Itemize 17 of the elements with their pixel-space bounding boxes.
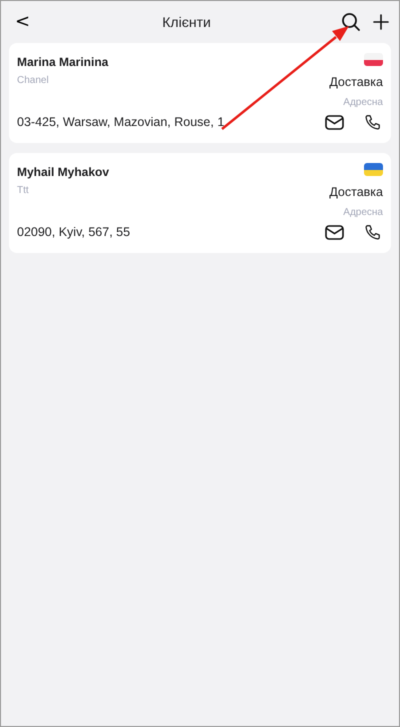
delivery-label: Доставка (329, 74, 383, 92)
client-address: 03-425, Warsaw, Mazovian, Rouse, 1 (17, 114, 224, 132)
client-company: Chanel (17, 74, 49, 88)
client-card[interactable]: Marina Marinina Chanel Доставка Адресна 03-425, Warsaw, Mazovian, Rouse, 1 (9, 43, 391, 143)
back-button[interactable]: < (11, 13, 34, 31)
client-name: Marina Marinina (17, 54, 108, 71)
client-address: 02090, Kyiv, 567, 55 (17, 224, 130, 242)
delivery-label: Доставка (329, 184, 383, 202)
client-company: Ttt (17, 184, 29, 198)
mail-button[interactable] (323, 112, 346, 132)
client-name: Myhail Myhakov (17, 164, 110, 181)
address-type: Адресна (343, 96, 383, 110)
add-button[interactable] (370, 12, 391, 32)
mail-button[interactable] (323, 222, 346, 242)
page-title: Клієнти (162, 12, 211, 32)
client-card[interactable]: Myhail Myhakov Ttt Доставка Адресна 02090, Kyiv, 567, 55 (9, 153, 391, 253)
address-type: Адресна (343, 206, 383, 220)
